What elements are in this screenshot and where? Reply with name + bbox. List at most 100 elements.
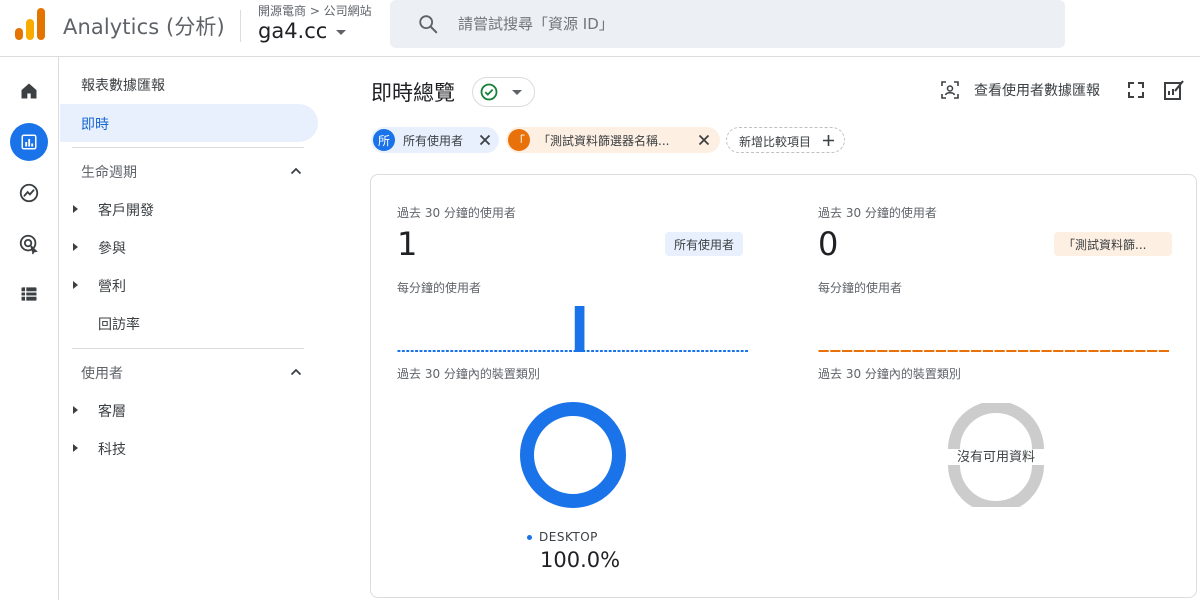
chart-bar <box>445 350 449 352</box>
advertising-icon[interactable] <box>10 225 48 263</box>
nav-item-label: 客戶開發 <box>98 203 154 219</box>
nav-heading[interactable]: 報表數據匯報 <box>81 75 165 95</box>
per-minute-chart[interactable] <box>397 303 749 355</box>
nav-item-demographics[interactable]: 客層 <box>60 393 318 427</box>
explore-icon[interactable] <box>10 174 48 212</box>
chart-bar <box>818 350 829 352</box>
donut-slice-desktop[interactable] <box>520 402 626 508</box>
nav-item-monetization[interactable]: 營利 <box>60 268 318 302</box>
nav-item-label: 參與 <box>98 241 126 257</box>
chart-bar <box>498 350 502 352</box>
chart-bar <box>639 350 643 352</box>
reports-icon[interactable] <box>10 123 48 161</box>
chart-bar <box>608 350 612 352</box>
chart-bar <box>670 350 674 352</box>
chart-bar <box>841 350 853 352</box>
per-minute-chart[interactable] <box>818 303 1170 355</box>
comparison-chip-test-filter[interactable]: 「 「測試資料篩選器名稱... <box>506 127 720 153</box>
nav-item-retention[interactable]: 回訪率 <box>60 306 318 340</box>
device-donut-chart[interactable] <box>519 401 627 509</box>
chart-bar <box>1053 350 1064 352</box>
status-dropdown[interactable] <box>472 77 535 107</box>
legend-label: DESKTOP <box>539 530 598 544</box>
nav-item-label: 客層 <box>98 404 126 420</box>
chart-bar <box>560 350 564 352</box>
realtime-overview-card: 過去 30 分鐘的使用者 1 所有使用者 每分鐘的使用者 過去 30 分鐘內的裝… <box>370 174 1197 598</box>
breadcrumb[interactable]: 開源電商 > 公司網站 <box>258 2 372 19</box>
empty-donut-chart: 沒有可用資料 <box>944 401 1048 513</box>
chart-bar <box>635 350 638 352</box>
search-bar[interactable] <box>390 0 1065 48</box>
chart-bar <box>1076 350 1087 352</box>
comparison-chip-all-users[interactable]: 所 所有使用者 <box>371 127 499 153</box>
card-column-test-filter: 過去 30 分鐘的使用者 0 「測試資料篩... 每分鐘的使用者 過去 30 分… <box>792 175 1192 597</box>
chart-bar <box>709 350 713 352</box>
chart-bar <box>511 350 515 352</box>
nav-section-lifecycle[interactable]: 生命週期 <box>60 153 318 189</box>
chart-bar <box>415 350 418 352</box>
fullscreen-icon[interactable] <box>1125 79 1147 101</box>
chart-bar <box>723 350 726 352</box>
chart-bar <box>971 350 982 352</box>
expand-arrow-icon <box>73 205 78 213</box>
expand-arrow-icon <box>73 281 78 289</box>
close-icon[interactable] <box>698 134 710 146</box>
nav-section-user[interactable]: 使用者 <box>60 354 318 390</box>
chart-bar <box>551 350 555 352</box>
view-user-report-button[interactable]: 查看使用者數據匯報 <box>940 78 1100 102</box>
chart-bar <box>1111 350 1123 352</box>
chart-bar <box>924 350 935 352</box>
nav-divider <box>72 348 304 349</box>
nav-item-engagement[interactable]: 參與 <box>60 230 318 264</box>
chart-bar <box>1100 350 1111 352</box>
chart-bar <box>1029 350 1040 352</box>
chart-bar <box>423 350 427 352</box>
analytics-logo[interactable] <box>14 7 46 41</box>
chart-bar <box>604 350 608 352</box>
chart-bar <box>450 350 454 352</box>
legend-dot <box>527 534 532 540</box>
nav-item-realtime[interactable]: 即時 <box>60 104 318 142</box>
users-label: 過去 30 分鐘的使用者 <box>397 206 516 220</box>
chart-legend: DESKTOP <box>527 530 598 544</box>
chart-bar <box>701 350 704 352</box>
chart-bar <box>1158 350 1169 352</box>
nav-item-acquisition[interactable]: 客戶開發 <box>60 192 318 226</box>
chart-bar <box>419 350 423 352</box>
close-icon[interactable] <box>479 134 491 146</box>
chart-bar <box>489 350 493 352</box>
chart-bar <box>853 350 864 352</box>
chart-bar <box>595 350 599 352</box>
chip-badge: 所 <box>373 129 395 151</box>
chart-bar <box>481 350 484 352</box>
home-icon[interactable] <box>10 72 48 110</box>
search-input[interactable] <box>458 0 1038 48</box>
per-minute-label: 每分鐘的使用者 <box>818 281 903 295</box>
chart-bar <box>569 350 572 352</box>
nav-item-tech[interactable]: 科技 <box>60 431 318 465</box>
chart-bar <box>1006 350 1017 352</box>
chart-bar <box>665 350 669 352</box>
chip-badge: 「 <box>508 129 530 151</box>
chart-bar <box>877 350 888 352</box>
expand-arrow-icon <box>73 444 78 452</box>
chart-bar <box>900 350 911 352</box>
customize-report-icon[interactable] <box>1162 78 1186 102</box>
chart-bar <box>516 350 520 352</box>
property-selector[interactable]: ga4.cc <box>258 19 347 43</box>
chart-bar <box>1123 350 1134 352</box>
chart-bar <box>1088 350 1099 352</box>
chart-bar <box>485 350 489 352</box>
chart-bar <box>745 350 748 352</box>
chart-bar <box>982 350 993 352</box>
chart-bar <box>718 350 722 352</box>
expand-arrow-icon <box>73 243 78 251</box>
users-value: 0 <box>818 225 839 263</box>
chart-bar <box>674 350 678 352</box>
add-comparison-button[interactable]: 新增比較項目 <box>726 127 845 153</box>
chart-bar <box>574 306 585 352</box>
chart-bar <box>529 350 533 352</box>
list-icon[interactable] <box>10 275 48 313</box>
chevron-up-icon <box>290 368 302 376</box>
chart-bar <box>542 350 546 352</box>
